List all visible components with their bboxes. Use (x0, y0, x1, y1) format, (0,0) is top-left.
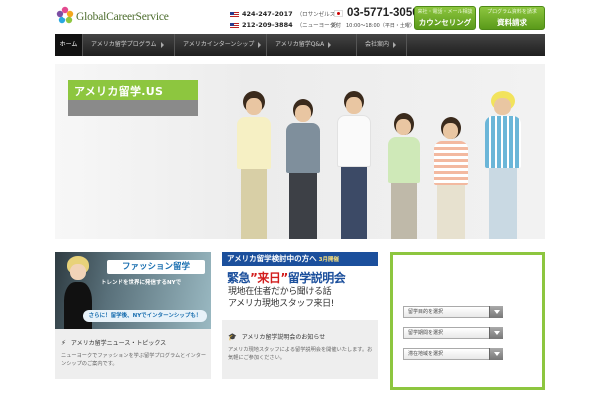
nav-item-internship[interactable]: アメリカインターンシップ (175, 34, 267, 56)
seminar-banner[interactable]: アメリカ留学検討中の方へ 3月開催 緊急”来日”留学説明会 現地在住者だから聞ける… (222, 252, 378, 320)
mortarboard-icon: 🎓 (228, 333, 237, 341)
japan-phone: 03-5771-3050 受付 10:00〜18:00（平日・土曜） (331, 7, 419, 31)
news-text: ニューヨークでファッションを学ぶ留学プログラムとインターンシップのご案内です。 (61, 353, 207, 367)
region-select[interactable]: 滞在地域を選択 (403, 348, 503, 360)
chevron-down-icon (489, 348, 503, 360)
seminar-headline-a: 緊急 (227, 271, 251, 285)
fashion-study-card[interactable]: ファッション留学 トレンドを世界に発信するNYで さらに！留学後、NYでインター… (55, 252, 211, 379)
brochure-button-label: 資料請求 (497, 18, 527, 27)
counseling-button-sub: 来社・電話・メール相談 (417, 9, 473, 15)
select-value: 留学期間を選択 (408, 330, 444, 336)
purpose-select[interactable]: 留学目的を選択 (403, 306, 503, 318)
caret-right-icon (328, 41, 332, 48)
us-flag-icon (230, 22, 239, 29)
seminar-text: アメリカ現地スタッフによる留学説明会を開催いたします。お気軽にご参加ください。 (228, 347, 373, 361)
nav-item-label: アメリカ留学プログラム (91, 41, 157, 48)
brochure-request-button[interactable]: プログラム資料を請求 資料請求 (479, 6, 545, 30)
fashion-title: ファッション留学 (107, 260, 205, 274)
nav-item-label: アメリカインターンシップ (183, 41, 255, 48)
phone-number[interactable]: 424-247-2017 (242, 10, 293, 18)
caret-right-icon (160, 41, 164, 48)
counseling-button[interactable]: 来社・電話・メール相談 カウンセリング (414, 6, 476, 30)
seminar-headline: 緊急”来日”留学説明会 (222, 269, 378, 286)
us-phones: 424-247-2017 （ロサンゼルス） 212-209-3884 （ニューヨーク… (230, 9, 341, 31)
hero-badge-strip (68, 100, 198, 116)
seminar-heading[interactable]: 🎓 アメリカ留学説明会のお知らせ (228, 332, 325, 341)
chevron-down-icon (489, 306, 503, 318)
nav-item-qa[interactable]: アメリカ留学Q&A (267, 34, 357, 56)
seminar-card[interactable]: アメリカ留学検討中の方へ 3月開催 緊急”来日”留学説明会 現地在住者だから聞ける… (222, 252, 378, 379)
nav-item-label: 会社案内 (365, 41, 390, 48)
japan-flag-icon (334, 10, 343, 17)
logo-flower-icon (56, 6, 74, 24)
chevron-down-icon (489, 327, 503, 339)
phone-ny: 212-209-3884 （ニューヨーク） (230, 20, 341, 30)
seminar-headline-b: ”来日” (250, 271, 288, 285)
office-hours: 受付 10:00〜18:00（平日・土曜） (331, 23, 415, 29)
japan-phone-number[interactable]: 03-5771-3050 (347, 7, 419, 19)
brochure-button-sub: プログラム資料を請求 (487, 9, 537, 15)
hero-banner: アメリカ留学.US (55, 64, 545, 239)
duration-select[interactable]: 留学期間を選択 (403, 327, 503, 339)
seminar-banner-top: アメリカ留学検討中の方へ 3月開催 (222, 252, 378, 266)
hero-person (431, 117, 471, 239)
seminar-line-1: 現地在住者だから聞ける話 (228, 287, 332, 297)
fashion-banner[interactable]: ファッション留学 トレンドを世界に発信するNYで さらに！留学後、NYでインター… (55, 252, 211, 329)
hero-person (333, 91, 375, 239)
news-heading[interactable]: ⚡ アメリカ留学ニュース・トピックス (61, 338, 166, 347)
main-nav: ホーム アメリカ留学プログラム アメリカインターンシップ アメリカ留学Q&A 会… (55, 34, 545, 56)
select-value: 留学目的を選択 (408, 309, 444, 315)
page: GlobalCareerService 424-247-2017 （ロサンゼルス）… (0, 0, 600, 400)
caret-right-icon (258, 41, 262, 48)
fashion-tag: さらに！留学後、NYでインターンシップも！ (83, 310, 207, 322)
hero-badge-top: アメリカ留学.US (68, 80, 198, 100)
nav-item-company[interactable]: 会社案内 (357, 34, 407, 56)
hero-person (283, 99, 323, 239)
nav-item-programs[interactable]: アメリカ留学プログラム (83, 34, 175, 56)
hero-person (233, 91, 275, 239)
logo-text: GlobalCareerService (76, 11, 169, 23)
hero-badge-text: アメリカ留学.US (74, 85, 164, 98)
logo[interactable]: GlobalCareerService (56, 6, 176, 28)
caret-right-icon (393, 41, 397, 48)
seminar-line-2: アメリカ現地スタッフ来日! (228, 299, 334, 309)
lightning-icon: ⚡ (61, 339, 66, 347)
hero-badge: アメリカ留学.US (68, 80, 198, 116)
hero-person (385, 113, 423, 239)
seminar-headline-c: 留学説明会 (287, 271, 346, 285)
hero-people-photo (213, 86, 533, 239)
nav-item-label: ホーム (59, 41, 78, 48)
fashion-subtitle: トレンドを世界に発信するNYで (101, 280, 182, 286)
seminar-month: 3月開催 (318, 257, 339, 263)
us-flag-icon (230, 11, 239, 18)
news-heading-text: アメリカ留学ニュース・トピックス (70, 340, 167, 347)
phone-la: 424-247-2017 （ロサンゼルス） (230, 9, 341, 19)
nav-item-home[interactable]: ホーム (55, 34, 83, 56)
hero-person (481, 91, 525, 239)
phone-number[interactable]: 212-209-3884 (242, 21, 293, 29)
site-header: GlobalCareerService 424-247-2017 （ロサンゼルス）… (0, 0, 600, 34)
seminar-banner-top-text: アメリカ留学検討中の方へ (227, 254, 317, 263)
counseling-button-label: カウンセリング (418, 18, 472, 27)
nav-item-label: アメリカ留学Q&A (275, 41, 325, 48)
program-search-panel: 留学目的を選択 留学期間を選択 滞在地域を選択 (390, 252, 545, 390)
select-value: 滞在地域を選択 (408, 351, 444, 357)
seminar-heading-text: アメリカ留学説明会のお知らせ (241, 334, 326, 341)
